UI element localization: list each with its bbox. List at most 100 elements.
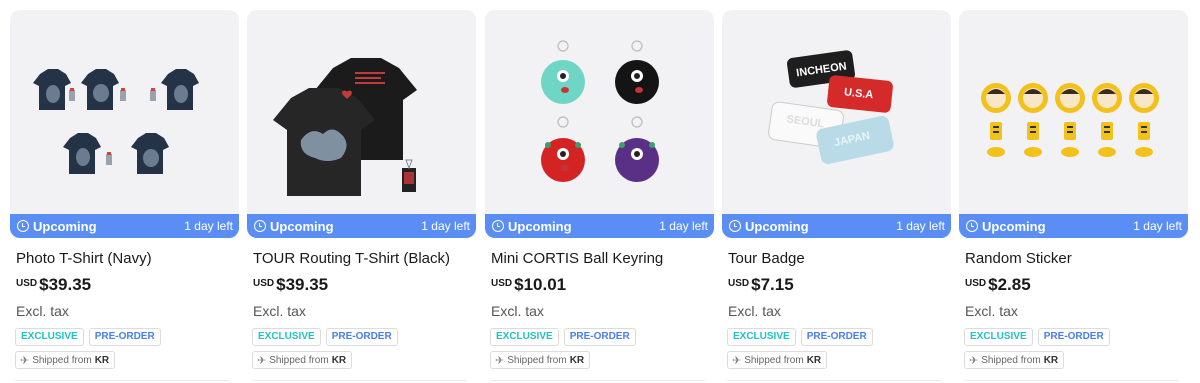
price: $39.35 bbox=[39, 275, 92, 294]
airplane-icon: ✈ bbox=[20, 354, 30, 367]
price-row: USD $39.35 bbox=[10, 275, 239, 297]
airplane-icon: ✈ bbox=[495, 354, 505, 367]
price-row: USD $2.85 bbox=[959, 275, 1188, 297]
preorder-badge: PRE-ORDER bbox=[563, 328, 636, 346]
airplane-icon: ✈ bbox=[969, 354, 979, 367]
tag-list: EXCLUSIVE PRE-ORDER bbox=[959, 328, 1188, 346]
shipping-badge: ✈ Shipped from KR bbox=[964, 351, 1065, 369]
clock-icon bbox=[729, 220, 741, 232]
shipping-badge: ✈ Shipped from KR bbox=[490, 351, 591, 369]
shipping-country: KR bbox=[331, 354, 347, 366]
row-divider bbox=[964, 380, 1179, 381]
status-bar: Upcoming 1 day left bbox=[485, 214, 714, 238]
product-card[interactable]: INCHEON U.S.A SEOUL JAPAN Upcoming 1 day… bbox=[722, 10, 951, 383]
status-label: Upcoming bbox=[270, 218, 334, 234]
product-image[interactable]: Upcoming 1 day left bbox=[485, 10, 714, 238]
product-image[interactable]: Upcoming 1 day left bbox=[10, 10, 239, 238]
tax-note: Excl. tax bbox=[728, 303, 781, 319]
currency: USD bbox=[16, 278, 38, 289]
price-row: USD $7.15 bbox=[722, 275, 951, 297]
product-title[interactable]: Mini CORTIS Ball Keyring bbox=[485, 249, 714, 269]
currency: USD bbox=[965, 278, 987, 289]
product-title[interactable]: Random Sticker bbox=[959, 249, 1188, 269]
product-title[interactable]: Photo T-Shirt (Navy) bbox=[10, 249, 239, 269]
status-bar: Upcoming 1 day left bbox=[10, 214, 239, 238]
shipping-prefix: Shipped from bbox=[269, 354, 329, 366]
shipping-prefix: Shipped from bbox=[32, 354, 92, 366]
ball-keyring-image bbox=[541, 40, 659, 182]
tag-list: EXCLUSIVE PRE-ORDER bbox=[10, 328, 239, 346]
status-label: Upcoming bbox=[745, 218, 809, 234]
product-image[interactable]: INCHEON U.S.A SEOUL JAPAN Upcoming 1 day… bbox=[722, 10, 951, 238]
row-divider bbox=[252, 380, 467, 381]
shipping-country: KR bbox=[94, 354, 110, 366]
tax-note: Excl. tax bbox=[253, 303, 306, 319]
status-bar: Upcoming 1 day left bbox=[247, 214, 476, 238]
price-row: USD $39.35 bbox=[247, 275, 476, 297]
product-card[interactable]: Upcoming 1 day left Mini CORTIS Ball Key… bbox=[485, 10, 714, 383]
preorder-badge: PRE-ORDER bbox=[1037, 328, 1110, 346]
time-left: 1 day left bbox=[421, 219, 470, 233]
shipping-badge: ✈ Shipped from KR bbox=[727, 351, 828, 369]
status-label: Upcoming bbox=[33, 218, 97, 234]
product-image[interactable]: Upcoming 1 day left bbox=[247, 10, 476, 238]
product-title[interactable]: TOUR Routing T-Shirt (Black) bbox=[247, 249, 476, 269]
time-left: 1 day left bbox=[896, 219, 945, 233]
preorder-badge: PRE-ORDER bbox=[325, 328, 398, 346]
status-bar: Upcoming 1 day left bbox=[722, 214, 951, 238]
row-divider bbox=[727, 380, 942, 381]
currency: USD bbox=[491, 278, 513, 289]
time-left: 1 day left bbox=[659, 219, 708, 233]
status-label: Upcoming bbox=[508, 218, 572, 234]
preorder-badge: PRE-ORDER bbox=[800, 328, 873, 346]
shipping-country: KR bbox=[806, 354, 822, 366]
row-divider bbox=[15, 380, 230, 381]
exclusive-badge: EXCLUSIVE bbox=[252, 328, 321, 346]
status-label: Upcoming bbox=[982, 218, 1046, 234]
shipping-prefix: Shipped from bbox=[507, 354, 567, 366]
price: $2.85 bbox=[988, 275, 1031, 294]
clock-icon bbox=[492, 220, 504, 232]
price-row: USD $10.01 bbox=[485, 275, 714, 297]
price: $39.35 bbox=[276, 275, 329, 294]
tour-badge-image: INCHEON U.S.A SEOUL JAPAN bbox=[768, 50, 894, 164]
clock-icon bbox=[17, 220, 29, 232]
airplane-icon: ✈ bbox=[732, 354, 742, 367]
photo-tshirt-navy-image bbox=[33, 69, 199, 174]
product-card[interactable]: Upcoming 1 day left TOUR Routing T-Shirt… bbox=[247, 10, 476, 383]
tax-note: Excl. tax bbox=[491, 303, 544, 319]
row-divider bbox=[490, 380, 705, 381]
product-card[interactable]: Upcoming 1 day left Photo T-Shirt (Navy)… bbox=[10, 10, 239, 383]
tag-list: EXCLUSIVE PRE-ORDER bbox=[247, 328, 476, 346]
tax-note: Excl. tax bbox=[965, 303, 1018, 319]
price: $7.15 bbox=[751, 275, 794, 294]
shipping-badge: ✈ Shipped from KR bbox=[252, 351, 353, 369]
tag-list: EXCLUSIVE PRE-ORDER bbox=[485, 328, 714, 346]
clock-icon bbox=[254, 220, 266, 232]
exclusive-badge: EXCLUSIVE bbox=[490, 328, 559, 346]
tag-list: EXCLUSIVE PRE-ORDER bbox=[722, 328, 951, 346]
exclusive-badge: EXCLUSIVE bbox=[727, 328, 796, 346]
clock-icon bbox=[966, 220, 978, 232]
tax-note: Excl. tax bbox=[16, 303, 69, 319]
shipping-country: KR bbox=[569, 354, 585, 366]
exclusive-badge: EXCLUSIVE bbox=[15, 328, 84, 346]
time-left: 1 day left bbox=[184, 219, 233, 233]
random-sticker-image bbox=[981, 83, 1159, 157]
shipping-country: KR bbox=[1043, 354, 1059, 366]
price: $10.01 bbox=[514, 275, 567, 294]
status-bar: Upcoming 1 day left bbox=[959, 214, 1188, 238]
currency: USD bbox=[728, 278, 750, 289]
shipping-badge: ✈ Shipped from KR bbox=[15, 351, 116, 369]
tour-routing-tshirt-image bbox=[273, 58, 417, 196]
preorder-badge: PRE-ORDER bbox=[88, 328, 161, 346]
product-image[interactable]: Upcoming 1 day left bbox=[959, 10, 1188, 238]
shipping-prefix: Shipped from bbox=[981, 354, 1041, 366]
shipping-prefix: Shipped from bbox=[744, 354, 804, 366]
currency: USD bbox=[253, 278, 275, 289]
airplane-icon: ✈ bbox=[257, 354, 267, 367]
product-grid: Upcoming 1 day left Photo T-Shirt (Navy)… bbox=[0, 0, 1200, 383]
time-left: 1 day left bbox=[1133, 219, 1182, 233]
product-card[interactable]: Upcoming 1 day left Random Sticker USD $… bbox=[959, 10, 1188, 383]
product-title[interactable]: Tour Badge bbox=[722, 249, 951, 269]
